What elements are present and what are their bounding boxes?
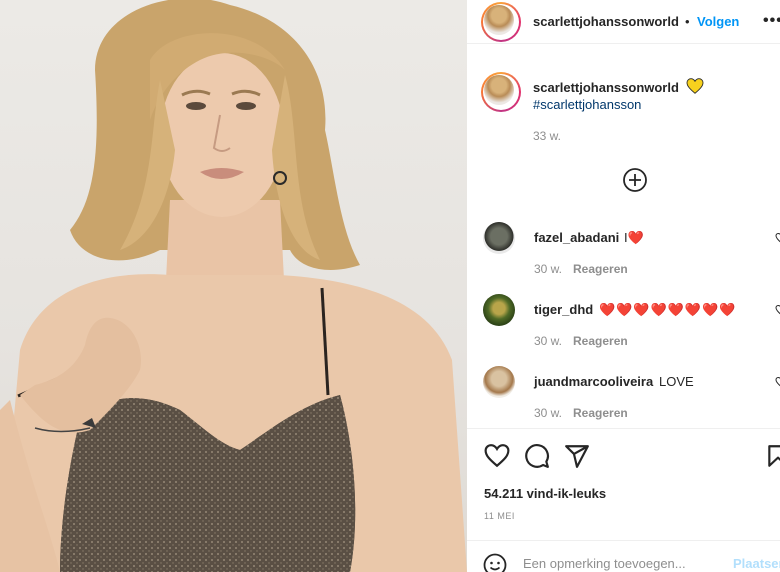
comment-text: I❤️ bbox=[624, 230, 644, 245]
heart-outline-icon[interactable] bbox=[775, 232, 780, 244]
post-photo bbox=[0, 0, 467, 572]
reply-button[interactable]: Reageren bbox=[573, 406, 628, 420]
reply-button[interactable]: Reageren bbox=[573, 334, 628, 348]
caption-username[interactable]: scarlettjohanssonworld bbox=[533, 80, 679, 95]
commenter-avatar[interactable] bbox=[483, 366, 515, 398]
post-comment-button[interactable]: Plaatsen bbox=[733, 556, 780, 571]
heart-outline-icon[interactable] bbox=[775, 304, 780, 316]
emoji-icon[interactable] bbox=[483, 553, 507, 572]
comment-item: tiger_dhd ❤️❤️❤️❤️❤️❤️❤️❤️ 30 w. Reagere… bbox=[467, 294, 780, 350]
comment-text: ❤️❤️❤️❤️❤️❤️❤️❤️ bbox=[599, 302, 737, 317]
comment-item: juandmarcooliveira LOVE 30 w. Reageren bbox=[467, 366, 780, 422]
post-header: scarlettjohanssonworld • Volgen ••• bbox=[467, 0, 780, 44]
comment-composer: Plaatsen bbox=[467, 540, 780, 572]
comment-bubble-icon[interactable] bbox=[524, 443, 550, 469]
like-heart-icon[interactable] bbox=[484, 443, 510, 469]
load-more-comments-icon[interactable] bbox=[622, 167, 648, 193]
separator-dot: • bbox=[685, 14, 690, 29]
comment-timestamp: 30 w. bbox=[534, 262, 563, 276]
caption-avatar[interactable] bbox=[481, 72, 521, 112]
author-username[interactable]: scarlettjohanssonworld bbox=[533, 14, 679, 29]
share-paper-plane-icon[interactable] bbox=[564, 443, 590, 469]
commenter-avatar[interactable] bbox=[483, 294, 515, 326]
post-date: 11 MEI bbox=[484, 511, 515, 521]
more-options-icon[interactable]: ••• bbox=[763, 12, 780, 30]
post-actions: 54.211 vind-ik-leuks 11 MEI bbox=[467, 428, 780, 548]
author-avatar[interactable] bbox=[481, 2, 521, 42]
yellow-heart-icon bbox=[686, 78, 704, 94]
heart-outline-icon[interactable] bbox=[775, 376, 780, 388]
post-side-panel: scarlettjohanssonworld • Volgen ••• scar… bbox=[467, 0, 780, 572]
comment-text: LOVE bbox=[659, 374, 694, 389]
comment-author[interactable]: juandmarcooliveira bbox=[534, 374, 653, 389]
comment-item: fazel_abadani I❤️ 30 w. Reageren bbox=[467, 222, 780, 278]
post-image bbox=[0, 0, 467, 572]
caption-timestamp: 33 w. bbox=[533, 129, 562, 143]
follow-button[interactable]: Volgen bbox=[697, 14, 739, 29]
comment-timestamp: 30 w. bbox=[534, 406, 563, 420]
caption-hashtag[interactable]: #scarlettjohansson bbox=[533, 97, 641, 112]
comment-author[interactable]: fazel_abadani bbox=[534, 230, 619, 245]
comment-author[interactable]: tiger_dhd bbox=[534, 302, 593, 317]
bookmark-icon[interactable] bbox=[765, 443, 780, 469]
reply-button[interactable]: Reageren bbox=[573, 262, 628, 276]
commenter-avatar[interactable] bbox=[483, 222, 515, 254]
likes-count[interactable]: 54.211 vind-ik-leuks bbox=[484, 486, 606, 501]
comment-input[interactable] bbox=[523, 553, 723, 572]
comment-timestamp: 30 w. bbox=[534, 334, 563, 348]
